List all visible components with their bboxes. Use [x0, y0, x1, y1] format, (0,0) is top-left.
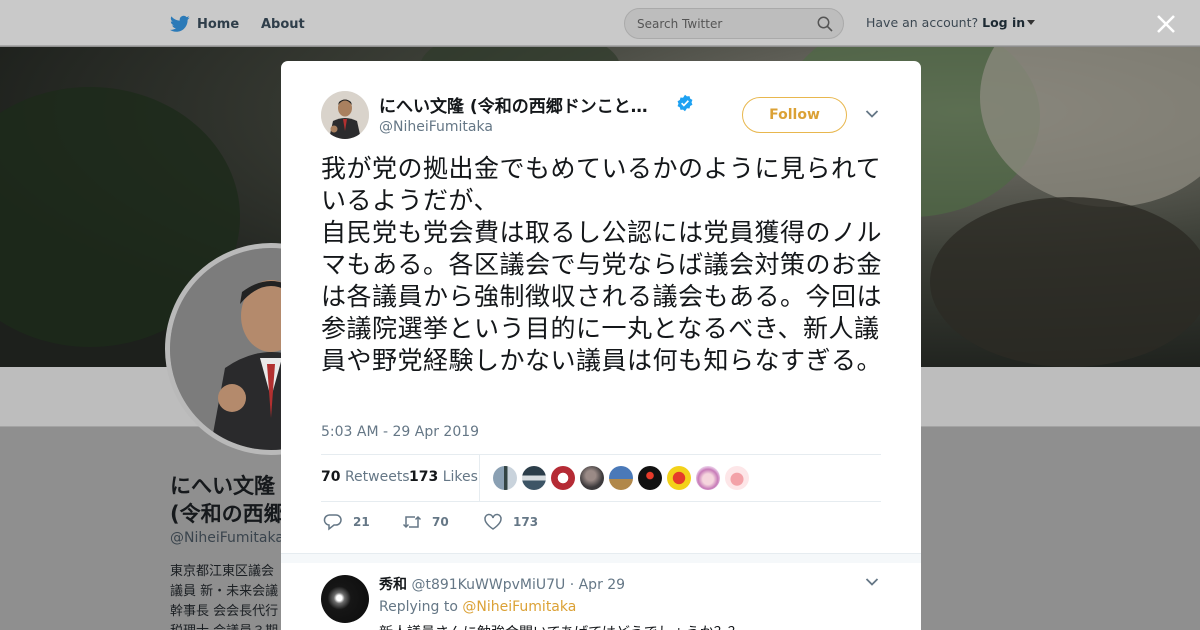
retweet-action-count: 70 [432, 515, 449, 529]
reply-count: 21 [353, 515, 370, 529]
tweet-stats: 70 Retweets 173 Likes [321, 454, 881, 502]
liker-avatars [493, 466, 754, 490]
reply-header: 秀和 @t891KuWWpvMiU7U · Apr 29 [379, 574, 625, 594]
reply-author-avatar[interactable] [321, 575, 369, 623]
retweet-icon [402, 515, 422, 529]
account-prompt: Have an account? [866, 15, 979, 30]
chevron-down-icon[interactable] [865, 577, 879, 587]
nav-home-label: Home [197, 16, 240, 32]
profile-bio: 東京都江東区議会議員 新・未来会議幹事長 会会長代行 税理士 会議員３期１２年 [170, 564, 279, 630]
liker-avatar[interactable] [667, 466, 691, 490]
reply-author-name[interactable]: 秀和 [379, 577, 407, 593]
heart-icon [484, 513, 502, 530]
reply-date[interactable]: · Apr 29 [570, 577, 625, 593]
liker-avatar[interactable] [609, 466, 633, 490]
liker-avatar[interactable] [551, 466, 575, 490]
reply-text: 新人議員さんに勉強会開いてあげてはどうでしょうか？？ [379, 622, 742, 630]
replying-prefix: Replying to [379, 599, 458, 615]
reply-action[interactable]: 21 [323, 513, 370, 531]
like-action[interactable]: 173 [483, 513, 538, 531]
like-action-count: 173 [513, 515, 539, 529]
stats-divider [479, 455, 480, 502]
tweet-author-handle[interactable]: @NiheiFumitaka [379, 119, 493, 135]
reply-author-handle[interactable]: @t891KuWWpvMiU7U [411, 577, 565, 593]
liker-avatar[interactable] [522, 466, 546, 490]
tweet-text: 我が党の拠出金でもめているかのように見られているようだが、 自民党も党会費は取る… [321, 154, 883, 375]
retweets-stat[interactable]: 70 Retweets [321, 469, 410, 485]
retweet-action[interactable]: 70 [402, 513, 449, 531]
twitter-bird-icon [170, 15, 190, 32]
chevron-down-icon[interactable] [865, 109, 879, 119]
login-link[interactable]: Log in [982, 15, 1025, 30]
likes-count: 173 [409, 469, 439, 485]
reply-divider [281, 553, 921, 563]
likes-stat[interactable]: 173 Likes [409, 469, 478, 485]
nav-about[interactable]: About [261, 14, 305, 34]
liker-avatar[interactable] [725, 466, 749, 490]
retweets-count: 70 [321, 469, 341, 485]
profile-handle: @NiheiFumitaka [170, 530, 284, 546]
replying-to: Replying to @NiheiFumitaka [379, 599, 576, 615]
tweet-author-avatar[interactable] [321, 91, 369, 139]
verified-badge-icon [677, 94, 693, 112]
caret-down-icon[interactable] [1027, 20, 1036, 25]
reply-icon [323, 514, 342, 531]
retweets-label: Retweets [344, 469, 410, 485]
tweet-timestamp[interactable]: 5:03 AM - 29 Apr 2019 [321, 424, 479, 440]
liker-avatar[interactable] [580, 466, 604, 490]
search-input[interactable] [637, 15, 807, 33]
nav-home[interactable]: Home [170, 14, 239, 34]
liker-avatar[interactable] [696, 466, 720, 490]
tweet-actions: 21 70 173 [321, 511, 881, 535]
follow-button[interactable]: Follow [742, 97, 847, 133]
liker-avatar[interactable] [638, 466, 662, 490]
top-nav: Home About Have an account? Log in [0, 0, 1200, 46]
tweet-modal: にへい文隆 (令和の西郷ドンこと… @NiheiFumitaka Follow … [281, 61, 921, 630]
search-icon[interactable] [817, 16, 833, 32]
nav-about-label: About [261, 16, 305, 32]
profile-name: にへい文隆 (令和の西郷ドンこと、にへい [170, 474, 285, 526]
replying-to-link[interactable]: @NiheiFumitaka [462, 599, 576, 615]
likes-label: Likes [442, 469, 478, 485]
liker-avatar[interactable] [493, 466, 517, 490]
close-icon[interactable] [1153, 11, 1179, 37]
search-box[interactable] [624, 8, 844, 39]
tweet-author-name[interactable]: にへい文隆 (令和の西郷ドンこと… [379, 92, 664, 117]
account-menu[interactable]: Have an account? Log in [866, 15, 1036, 30]
